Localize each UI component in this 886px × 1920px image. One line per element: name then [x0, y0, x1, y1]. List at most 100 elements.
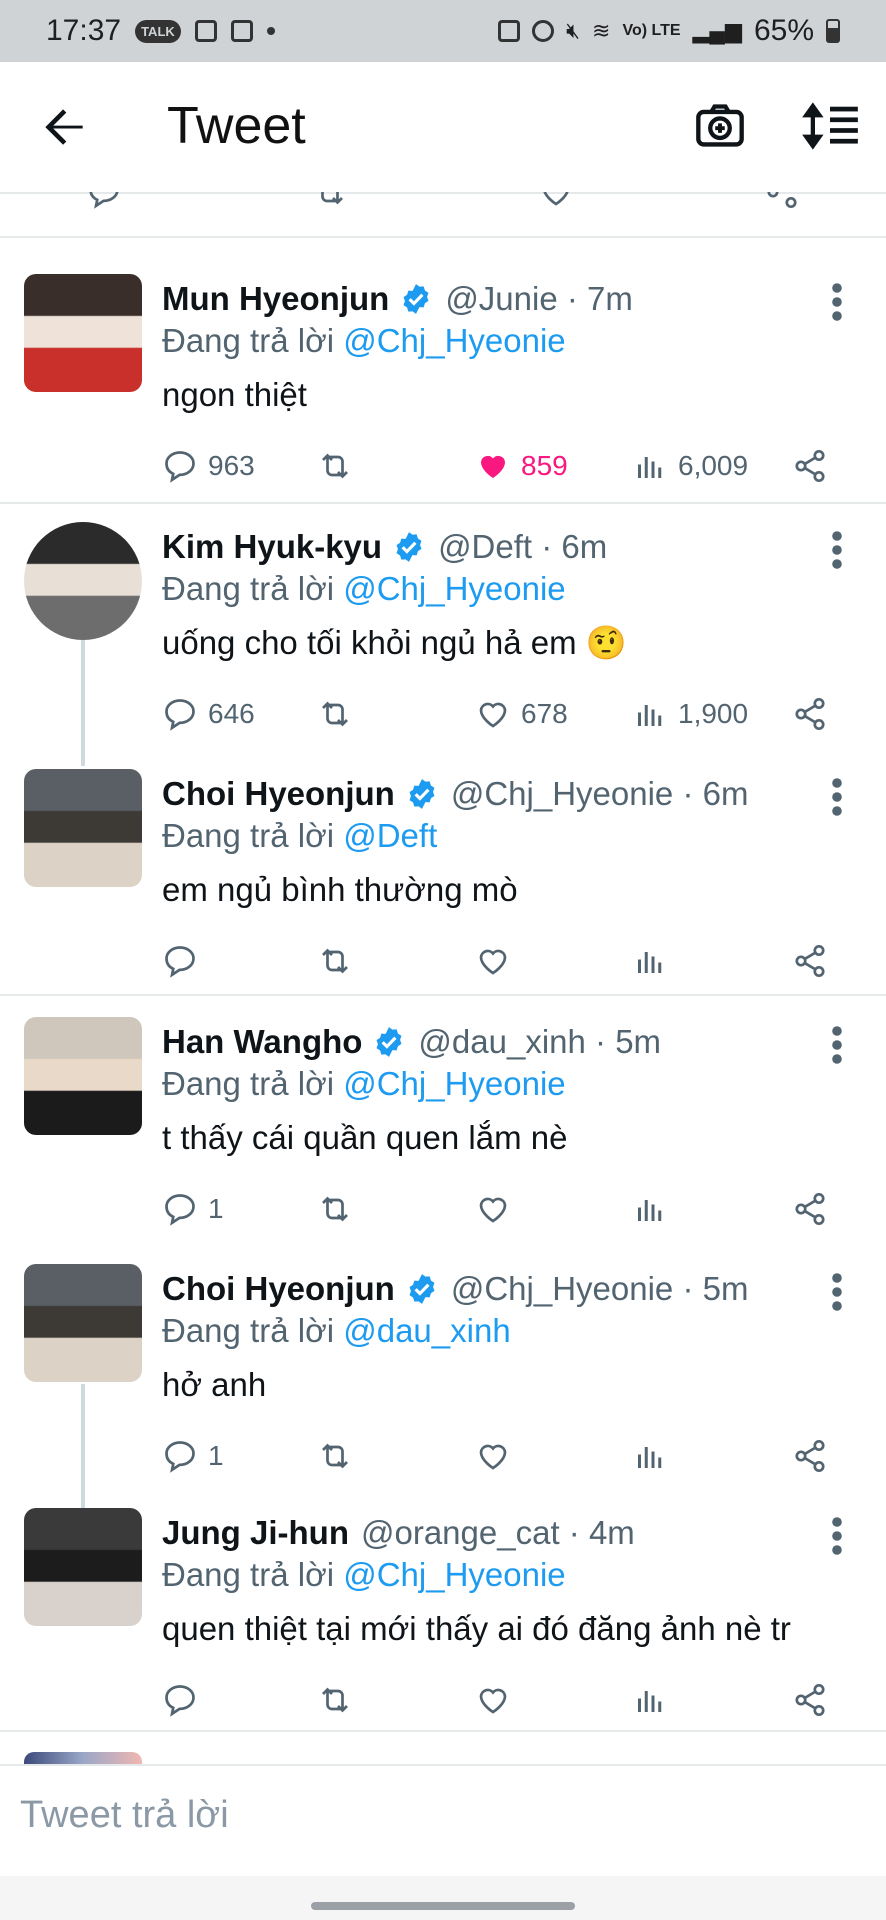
back-arrow-icon[interactable] [36, 100, 92, 156]
tweet-text-row: uống cho tối khỏi ngủ hả em 🤨 [162, 624, 627, 663]
like-icon [479, 702, 507, 728]
like-button[interactable] [475, 1436, 521, 1476]
reply-mention-link[interactable]: @Chj_Hyeonie [343, 1556, 565, 1593]
share-icon[interactable] [764, 192, 800, 210]
share-icon [795, 1439, 825, 1473]
share-button[interactable] [792, 1680, 828, 1720]
home-gesture-pill[interactable] [311, 1902, 575, 1910]
more-options-icon[interactable] [830, 1272, 844, 1312]
analytics-icon [638, 705, 662, 726]
tweet-text-row: quen thiệt tại mới thấy ai đó đăng ảnh n… [162, 1610, 791, 1648]
reply-icon [165, 1194, 195, 1226]
analytics-icon [638, 1200, 662, 1221]
views-button[interactable] [632, 941, 678, 981]
avatar[interactable] [24, 1508, 142, 1626]
tweet-author-row[interactable]: Choi Hyeonjun @Chj_Hyeonie · 5m [162, 1270, 748, 1308]
share-button[interactable] [792, 694, 828, 734]
tweet-author-row[interactable]: Choi Hyeonjun @Chj_Hyeonie · 6m [162, 775, 748, 813]
author-name[interactable]: Kim Hyuk-kyu [162, 528, 382, 566]
tweet-actions: 963 859 6,009 [162, 446, 842, 486]
view-count: 1,900 [678, 698, 749, 729]
more-options-icon[interactable] [830, 282, 844, 322]
share-button[interactable] [792, 941, 828, 981]
share-button[interactable] [792, 446, 828, 486]
tweet-text-row: ngon thiệt [162, 376, 307, 414]
alarm-icon [532, 20, 555, 42]
battery-icon [826, 19, 840, 43]
system-nav-bar [0, 1876, 886, 1920]
reply-mention-link[interactable]: @Chj_Hyeonie [343, 1065, 565, 1102]
like-button[interactable] [475, 1189, 521, 1229]
reply-mention-link[interactable]: @Chj_Hyeonie [343, 570, 565, 607]
retweet-button[interactable] [317, 1436, 363, 1476]
retweet-button[interactable] [317, 1680, 363, 1720]
share-icon [795, 449, 825, 483]
reply-icon[interactable] [86, 192, 122, 210]
avatar[interactable] [24, 769, 142, 887]
tweet-actions [162, 941, 842, 981]
more-options-icon[interactable] [830, 777, 844, 817]
share-button[interactable] [792, 1189, 828, 1229]
reply-composer[interactable]: Tweet trả lời [0, 1764, 886, 1866]
replying-to-label: Đang trả lời [162, 1312, 335, 1349]
reply-button[interactable]: 646 [162, 694, 255, 734]
replying-to-label: Đang trả lời [162, 1556, 335, 1593]
tweet-author-row[interactable]: Mun Hyeonjun @Junie · 7m [162, 280, 633, 318]
like-count: 678 [521, 698, 568, 729]
author-name[interactable]: Han Wangho [162, 1023, 362, 1061]
reply-mention-link[interactable]: @Chj_Hyeonie [343, 322, 565, 359]
sort-replies-icon[interactable] [800, 100, 860, 152]
views-button[interactable] [632, 1680, 678, 1720]
status-time: 17:37 [46, 14, 122, 47]
page-title: Tweet [167, 97, 306, 155]
replying-to: Đang trả lời @Chj_Hyeonie [162, 1065, 566, 1103]
retweet-button[interactable] [317, 1189, 363, 1229]
retweet-button[interactable] [317, 446, 363, 486]
like-button[interactable] [475, 1680, 521, 1720]
retweet-icon [322, 948, 348, 974]
author-name[interactable]: Choi Hyeonjun [162, 1270, 395, 1308]
views-button[interactable]: 6,009 [632, 446, 748, 486]
retweet-icon[interactable] [312, 192, 348, 210]
author-name[interactable]: Choi Hyeonjun [162, 775, 395, 813]
verified-badge-icon [403, 284, 429, 314]
avatar[interactable] [24, 274, 142, 392]
avatar[interactable] [24, 1264, 142, 1382]
tweet-author-row[interactable]: Han Wangho @dau_xinh · 5m [162, 1023, 661, 1061]
like-icon[interactable] [538, 192, 574, 210]
share-icon [795, 697, 825, 731]
tweet-author-row[interactable]: Jung Ji-hun @orange_cat · 4m [162, 1514, 635, 1552]
tweet-text: em ngủ bình thường mò [162, 871, 518, 908]
reply-button[interactable]: 1 [162, 1436, 224, 1476]
camera-icon[interactable] [694, 100, 746, 152]
author-name[interactable]: Mun Hyeonjun [162, 280, 389, 318]
retweet-button[interactable] [317, 941, 363, 981]
like-button[interactable]: 678 [475, 694, 568, 734]
reply-count: 1 [208, 1440, 224, 1471]
reply-button[interactable] [162, 1680, 208, 1720]
reply-button[interactable]: 963 [162, 446, 255, 486]
views-button[interactable] [632, 1189, 678, 1229]
more-options-icon[interactable] [830, 1025, 844, 1065]
divider [0, 502, 886, 504]
reply-button[interactable]: 1 [162, 1189, 224, 1229]
share-icon [795, 944, 825, 978]
share-icon [795, 1683, 825, 1717]
reply-mention-link[interactable]: @dau_xinh [343, 1312, 510, 1349]
reply-button[interactable] [162, 941, 208, 981]
author-name[interactable]: Jung Ji-hun [162, 1514, 349, 1552]
wifi-icon: ≋ [592, 18, 611, 43]
like-button[interactable]: 859 [475, 446, 568, 486]
retweet-button[interactable] [317, 694, 363, 734]
share-button[interactable] [792, 1436, 828, 1476]
reply-mention-link[interactable]: @Deft [343, 817, 437, 854]
more-options-icon[interactable] [830, 1516, 844, 1556]
reply-input[interactable]: Tweet trả lời [20, 1794, 229, 1837]
avatar[interactable] [24, 1017, 142, 1135]
views-button[interactable] [632, 1436, 678, 1476]
tweet-author-row[interactable]: Kim Hyuk-kyu @Deft · 6m [162, 528, 607, 566]
views-button[interactable]: 1,900 [632, 694, 748, 734]
avatar[interactable] [24, 522, 142, 640]
like-button[interactable] [475, 941, 521, 981]
more-options-icon[interactable] [830, 530, 844, 570]
